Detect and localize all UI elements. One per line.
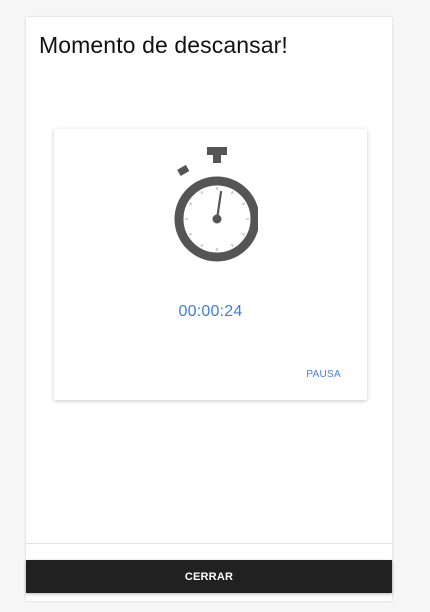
stopwatch-icon [174,147,258,262]
dialog-title: Momento de descansar! [39,32,288,58]
rest-dialog: Momento de descansar! 00:00:24 PAUSA CER… [26,17,392,601]
elapsed-time: 00:00:24 [178,303,243,320]
footer-divider [26,543,392,544]
page: Momento de descansar! 00:00:24 PAUSA CER… [0,0,430,612]
close-button[interactable]: Cerrar [26,560,392,593]
pause-button[interactable]: Pausa [304,365,343,384]
timer-card: 00:00:24 Pausa [54,129,367,400]
